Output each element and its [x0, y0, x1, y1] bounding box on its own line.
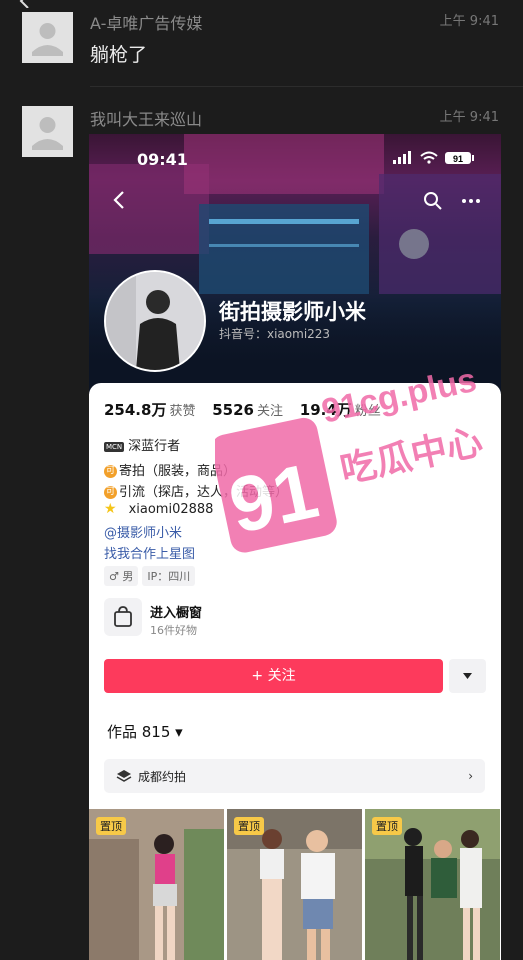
- coin-icon: 可: [104, 465, 117, 478]
- profile-card: 254.8万 获赞 5526 关注 19.4万 粉丝 MCN 深蓝行者 可寄拍（服装，商…: [89, 383, 501, 960]
- battery-level: 91: [453, 154, 463, 164]
- bio-line: 可引流（探店，达人，活动等）: [104, 481, 288, 500]
- video-thumbnail[interactable]: 置顶: [227, 809, 362, 960]
- avatar[interactable]: [22, 106, 73, 157]
- dropdown-button[interactable]: [449, 659, 486, 693]
- gender-tag: ♂ 男: [104, 566, 139, 586]
- layers-icon: [116, 770, 132, 782]
- video-thumbnail[interactable]: 置顶: [89, 809, 224, 960]
- bio-line: 可寄拍（服装，商品）: [104, 460, 236, 479]
- chevron-right-icon: ›: [468, 769, 473, 783]
- pinned-badge: 置顶: [372, 817, 402, 835]
- bio-text: 引流（探店，达人，活动等）: [119, 485, 289, 500]
- status-icons: 91: [393, 151, 474, 164]
- shop-subtitle: 16件好物: [150, 624, 197, 637]
- chat-message: A-卓唯广告传媒 上午 9:41 躺枪了: [0, 0, 523, 90]
- bio-text: 寄拍（服装，商品）: [119, 464, 237, 479]
- profile-name: 街拍摄影师小米: [219, 300, 366, 324]
- mcn-text: 深蓝行者: [128, 439, 181, 454]
- works-tab[interactable]: 作品 815 ▾: [107, 721, 183, 742]
- collection-bar[interactable]: 成都约拍 ›: [104, 759, 485, 793]
- collection-label: 成都约拍: [138, 770, 187, 784]
- douyin-id[interactable]: 抖音号：xiaomi223: [219, 325, 330, 342]
- shop-title: 进入橱窗: [150, 606, 203, 621]
- profile-banner: 09:41 91 街拍摄影师小米 抖音号：xiaomi223: [89, 134, 501, 394]
- mcn-line[interactable]: MCN 深蓝行者: [104, 435, 180, 454]
- sender-name: 我叫大王来巡山: [90, 110, 203, 129]
- bio-line: ★ xiaomi02888: [104, 501, 213, 517]
- message-text[interactable]: 躺枪了: [90, 40, 147, 67]
- following-count[interactable]: 5526: [212, 401, 254, 419]
- mcn-badge: MCN: [104, 441, 125, 452]
- mention-link[interactable]: @摄影师小米: [104, 522, 182, 541]
- ip-tag: IP：四川: [142, 566, 196, 586]
- followers-label: 粉丝: [354, 404, 381, 419]
- divider: [90, 86, 523, 87]
- likes-count[interactable]: 254.8万: [104, 401, 166, 419]
- coin-icon: 可: [104, 486, 117, 499]
- avatar[interactable]: [22, 12, 73, 63]
- shared-screenshot[interactable]: 09:41 91 街拍摄影师小米 抖音号：xiaomi223 254.8万获赞: [89, 134, 501, 960]
- status-time: 09:41: [137, 150, 188, 169]
- star-map-link[interactable]: 找我合作上星图: [104, 543, 195, 562]
- profile-avatar[interactable]: [104, 270, 206, 372]
- pinned-badge: 置顶: [234, 817, 264, 835]
- more-icon[interactable]: [461, 198, 481, 204]
- followers-count[interactable]: 19.4万: [300, 401, 352, 419]
- caret-down-icon: [463, 673, 472, 679]
- search-icon[interactable]: [423, 191, 443, 211]
- follow-button[interactable]: + 关注: [104, 659, 443, 693]
- message-time: 上午 9:41: [439, 14, 499, 29]
- profile-tags: ♂ 男 IP：四川: [104, 566, 199, 586]
- back-icon[interactable]: [113, 191, 125, 209]
- message-time: 上午 9:41: [439, 110, 499, 125]
- pinned-badge: 置顶: [96, 817, 126, 835]
- sender-name: A-卓唯广告传媒: [90, 14, 203, 33]
- profile-stats: 254.8万 获赞 5526 关注 19.4万 粉丝: [104, 399, 393, 420]
- shopping-bag-icon: [104, 598, 142, 636]
- wechat-id: xiaomi02888: [128, 502, 214, 517]
- video-thumbnail[interactable]: 置顶: [365, 809, 500, 960]
- following-label: 关注: [257, 404, 284, 419]
- star-icon: ★: [104, 501, 117, 517]
- likes-label: 获赞: [169, 404, 196, 419]
